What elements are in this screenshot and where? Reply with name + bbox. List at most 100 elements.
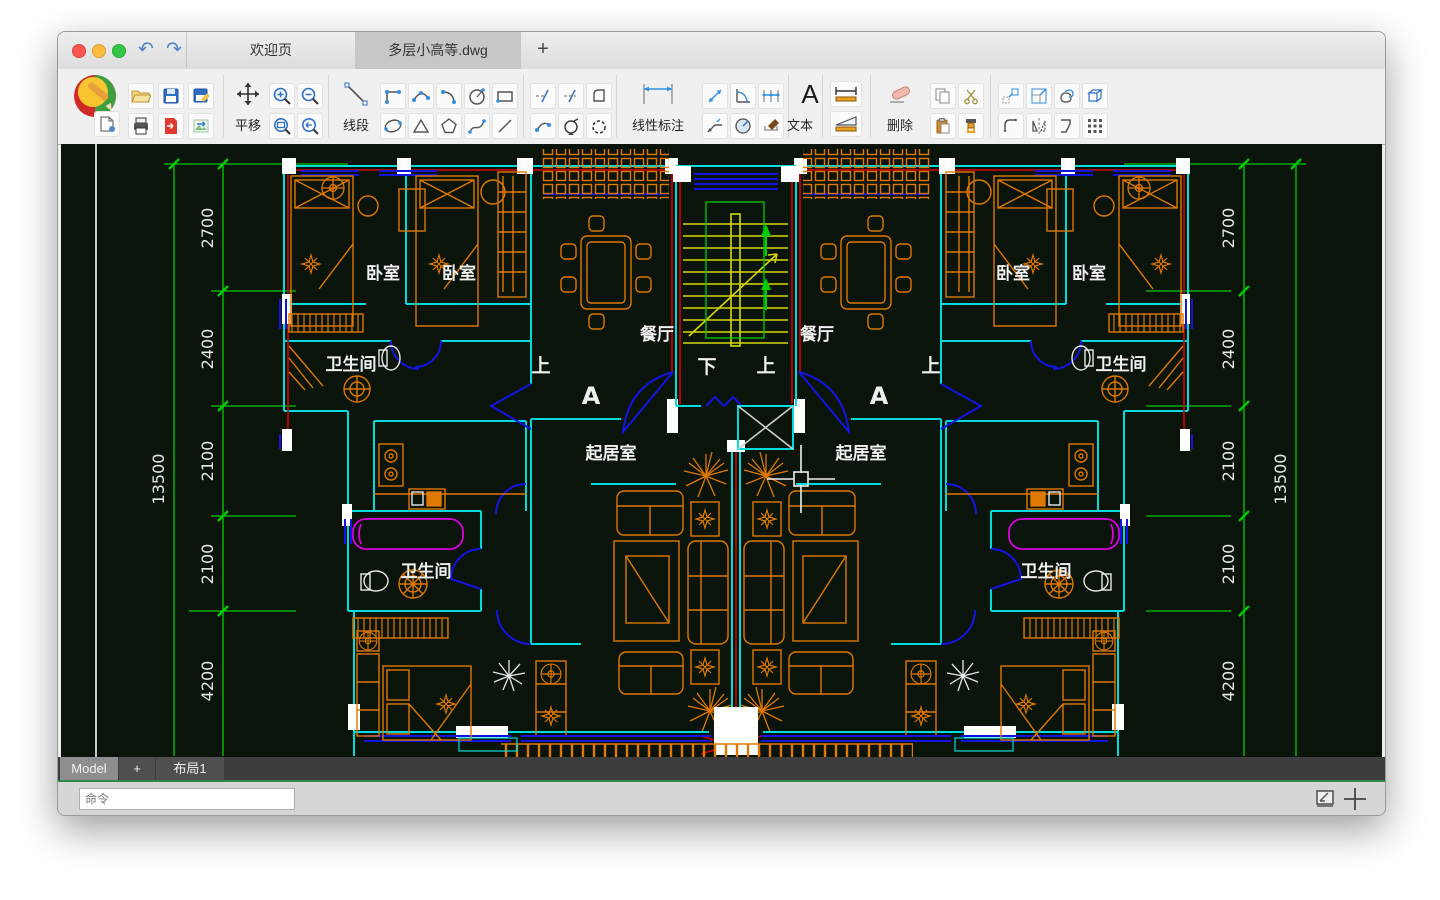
cut-button[interactable]	[958, 83, 984, 109]
circle-mark-tool[interactable]	[558, 113, 584, 139]
chamfer-tool[interactable]	[1054, 113, 1080, 139]
svg-text:上: 上	[756, 355, 775, 377]
revision-cloud-tool[interactable]	[586, 113, 612, 139]
slope-tool[interactable]	[830, 111, 862, 137]
text-tool-label: 文本	[772, 115, 828, 134]
extend-tool[interactable]	[558, 83, 584, 109]
svg-text:13500: 13500	[149, 454, 168, 505]
snap-toggle-button[interactable]	[1312, 786, 1337, 811]
mirror-icon	[1029, 116, 1049, 136]
export-image-button[interactable]	[188, 113, 214, 139]
pan-tool-label: 平移	[224, 115, 272, 134]
tab-document[interactable]: 多层小高等.dwg	[355, 32, 521, 69]
trim-tool[interactable]	[530, 83, 556, 109]
zoom-in-icon	[272, 86, 292, 106]
format-painter-button[interactable]	[958, 113, 984, 139]
floor-plan: 卧室 卧室 卧室 卧室 卫生间 卫生间 餐厅 餐厅 起居室 起居室 卫生间 卫生…	[61, 144, 1382, 757]
array-tool[interactable]	[1082, 113, 1108, 139]
paste-icon	[934, 117, 952, 135]
zoom-previous-button[interactable]	[297, 113, 323, 139]
zoom-out-button[interactable]	[297, 83, 323, 109]
linear-dim-label: 线性标注	[618, 115, 698, 134]
copy-icon	[934, 87, 952, 105]
pan-tool[interactable]	[230, 79, 266, 109]
svg-text:2400: 2400	[1219, 329, 1238, 370]
curve-edit-tool[interactable]	[530, 113, 556, 139]
fillet-tool[interactable]	[998, 113, 1024, 139]
save-as-button[interactable]	[188, 83, 214, 109]
undo-button[interactable]: ↶	[134, 38, 158, 62]
ellipse-tool[interactable]	[380, 113, 406, 139]
zoom-window-button[interactable]	[269, 113, 295, 139]
segment-icon	[495, 116, 515, 136]
rectangle-tool[interactable]	[492, 83, 518, 109]
svg-text:2100: 2100	[1219, 441, 1238, 482]
arc-3pt-tool[interactable]	[408, 83, 434, 109]
copy-button[interactable]	[930, 83, 956, 109]
polyline-icon	[383, 86, 403, 106]
circle-tool[interactable]	[464, 83, 490, 109]
svg-text:2700: 2700	[1219, 208, 1238, 249]
extend-icon	[561, 86, 581, 106]
angular-dim-tool[interactable]	[730, 83, 756, 109]
svg-text:13500: 13500	[1271, 454, 1290, 505]
polygon-tool[interactable]	[436, 113, 462, 139]
zoom-button[interactable]	[112, 44, 126, 58]
paste-button[interactable]	[930, 113, 956, 139]
spline-tool[interactable]	[464, 113, 490, 139]
new-tab-button[interactable]: +	[523, 32, 563, 69]
linear-dim-tool[interactable]	[630, 77, 686, 111]
new-file-button[interactable]	[94, 111, 120, 137]
leader-tool[interactable]	[702, 113, 728, 139]
svg-text:A: A	[582, 382, 601, 410]
drawing-canvas[interactable]: 卧室 卧室 卧室 卧室 卫生间 卫生间 餐厅 餐厅 起居室 起居室 卫生间 卫生…	[61, 144, 1382, 757]
new-file-icon	[98, 115, 116, 133]
svg-text:2100: 2100	[1219, 544, 1238, 585]
svg-text:A: A	[870, 382, 889, 410]
line-tool[interactable]	[334, 79, 378, 109]
mirror-tool[interactable]	[1026, 113, 1052, 139]
svg-text:卧室: 卧室	[442, 263, 476, 284]
crosshair-toggle-button[interactable]	[1342, 786, 1367, 811]
polyline-tool[interactable]	[380, 83, 406, 109]
dim-bar-tool[interactable]	[830, 81, 862, 107]
tab-layout1[interactable]: 布局1	[156, 757, 224, 780]
add-layout-button[interactable]: +	[119, 757, 155, 780]
triangle-tool[interactable]	[408, 113, 434, 139]
region-tool[interactable]	[586, 83, 612, 109]
triangle-icon	[411, 116, 431, 136]
leader-icon	[705, 116, 725, 136]
svg-text:4200: 4200	[1219, 661, 1238, 702]
print-button[interactable]	[128, 113, 154, 139]
svg-text:餐厅: 餐厅	[640, 324, 674, 345]
move-tool[interactable]	[998, 83, 1024, 109]
segment-tool[interactable]	[492, 113, 518, 139]
delete-tool[interactable]	[876, 77, 926, 111]
svg-text:卫生间: 卫生间	[1021, 561, 1072, 582]
arc-tool[interactable]	[436, 83, 462, 109]
command-input[interactable]	[79, 788, 295, 810]
tab-welcome[interactable]: 欢迎页	[186, 32, 356, 69]
minimize-button[interactable]	[92, 44, 106, 58]
svg-text:卫生间: 卫生间	[326, 354, 377, 375]
open-file-button[interactable]	[128, 83, 154, 109]
close-button[interactable]	[72, 44, 86, 58]
box-tool[interactable]	[1082, 83, 1108, 109]
save-button[interactable]	[158, 83, 184, 109]
tab-model[interactable]: Model	[60, 757, 118, 780]
linear-dim-icon	[641, 80, 675, 108]
svg-text:卧室: 卧室	[366, 263, 400, 284]
export-pdf-button[interactable]	[158, 113, 184, 139]
svg-text:上: 上	[531, 355, 550, 377]
svg-text:2100: 2100	[198, 544, 217, 585]
crosshair-cursor	[767, 445, 835, 513]
radius-dim-tool[interactable]	[730, 113, 756, 139]
zoom-in-button[interactable]	[269, 83, 295, 109]
command-bar	[58, 782, 1385, 815]
revision-cloud-icon	[589, 116, 609, 136]
aligned-dim-tool[interactable]	[702, 83, 728, 109]
redo-button[interactable]: ↷	[162, 38, 186, 62]
svg-text:卧室: 卧室	[1072, 263, 1106, 284]
scale-tool[interactable]	[1026, 83, 1052, 109]
offset-tool[interactable]	[1054, 83, 1080, 109]
